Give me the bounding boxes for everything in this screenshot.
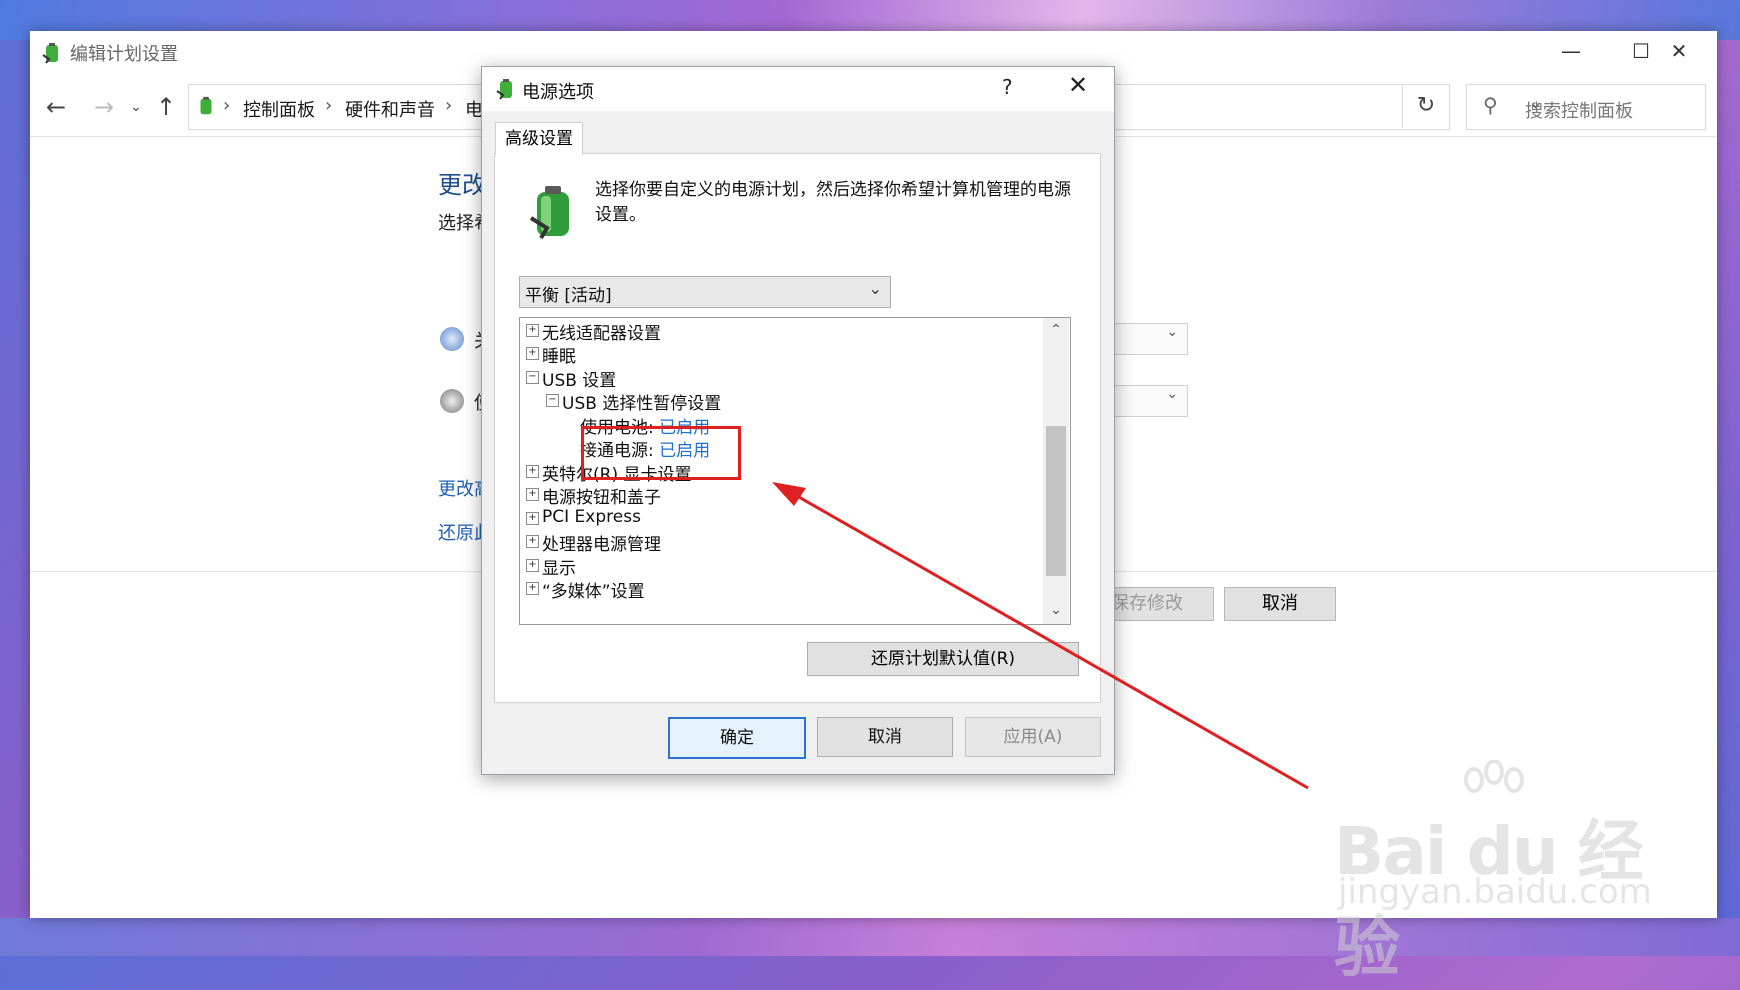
help-icon[interactable]: ?: [1002, 75, 1013, 99]
collapse-icon[interactable]: −: [546, 394, 559, 407]
expand-icon[interactable]: +: [526, 324, 539, 337]
baidu-watermark: Bai du 经验 jingyan.baidu.com: [1334, 760, 1664, 986]
tree-item-label: 电源按钮和盖子: [542, 488, 661, 508]
tree-item-label: “多媒体”设置: [542, 582, 645, 602]
scroll-thumb[interactable]: [1046, 426, 1066, 576]
apply-button[interactable]: 应用(A): [965, 717, 1101, 757]
breadcrumb-hardware-sound[interactable]: 硬件和声音: [345, 96, 435, 122]
minimize-icon[interactable]: —: [1536, 31, 1606, 71]
chevron-down-icon: ⌄: [868, 279, 882, 298]
breadcrumb-separator: ›: [223, 95, 231, 116]
breadcrumb-control-panel[interactable]: 控制面板: [243, 96, 315, 122]
search-placeholder: 搜索控制面板: [1525, 101, 1633, 122]
display-timeout-dropdown[interactable]: ⌄: [1112, 323, 1188, 355]
collapse-icon[interactable]: −: [526, 371, 539, 384]
intro-text: 选择你要自定义的电源计划，然后选择你希望计算机管理的电源设置。: [595, 180, 1071, 225]
scroll-down-icon[interactable]: ⌄: [1043, 598, 1069, 622]
back-arrow-icon[interactable]: ←: [42, 93, 70, 121]
power-battery-icon: [496, 79, 512, 100]
search-input[interactable]: ⚲ 搜索控制面板: [1466, 84, 1706, 130]
window-titlebar: 编辑计划设置 — ☐ ✕: [30, 31, 1717, 71]
cancel-button[interactable]: 取消: [1224, 587, 1336, 621]
window-title: 编辑计划设置: [70, 44, 178, 65]
close-icon[interactable]: ✕: [1644, 31, 1714, 71]
ok-button[interactable]: 确定: [668, 717, 806, 759]
power-plan-select[interactable]: 平衡 [活动] ⌄: [519, 276, 891, 308]
watermark-url: jingyan.baidu.com: [1338, 872, 1652, 912]
clock-icon: [440, 327, 464, 351]
close-icon[interactable]: ✕: [1068, 71, 1088, 99]
sleep-moon-icon: [440, 389, 464, 413]
power-options-dialog: 电源选项 ? ✕ 高级设置 选择你要自定义的电源计划，然后选择你希望计算机管理的…: [481, 66, 1115, 775]
recent-chevron-icon[interactable]: ⌄: [122, 93, 150, 121]
tree-item-label: 处理器电源管理: [542, 535, 661, 555]
breadcrumb-separator: ›: [445, 95, 453, 116]
expand-icon[interactable]: +: [526, 535, 539, 548]
expand-icon[interactable]: +: [526, 347, 539, 360]
expand-icon[interactable]: +: [526, 488, 539, 501]
page-heading: 更改: [438, 171, 486, 199]
power-plan-battery-icon: [529, 186, 569, 240]
expand-icon[interactable]: +: [526, 512, 539, 525]
scroll-up-icon[interactable]: ⌃: [1043, 318, 1069, 342]
search-icon: ⚲: [1483, 93, 1498, 117]
dialog-titlebar: 电源选项 ? ✕: [482, 67, 1114, 111]
breadcrumb-separator: ›: [325, 95, 333, 116]
tree-scrollbar[interactable]: ⌃ ⌄: [1043, 318, 1069, 624]
tree-item-label: USB 设置: [542, 371, 617, 391]
tree-item-label: USB 选择性暂停设置: [562, 394, 722, 414]
tab-advanced-settings[interactable]: 高级设置: [495, 122, 583, 155]
dialog-title: 电源选项: [522, 82, 594, 103]
power-plan-value: 平衡 [活动]: [525, 286, 612, 306]
refresh-icon[interactable]: ↻: [1402, 84, 1449, 128]
restore-plan-defaults-button[interactable]: 还原计划默认值(R): [807, 642, 1079, 676]
power-battery-icon: [42, 43, 58, 64]
tree-item-label: 睡眠: [542, 347, 576, 367]
control-panel-icon: [200, 96, 212, 115]
tree-item-label: 无线适配器设置: [542, 324, 661, 344]
expand-icon[interactable]: +: [526, 559, 539, 572]
forward-arrow-icon[interactable]: →: [90, 93, 118, 121]
cancel-button[interactable]: 取消: [817, 717, 953, 757]
annotation-highlight-box: [581, 426, 741, 480]
up-arrow-icon[interactable]: ↑: [152, 93, 180, 121]
sleep-timeout-dropdown[interactable]: ⌄: [1112, 385, 1188, 417]
expand-icon[interactable]: +: [526, 582, 539, 595]
tree-item-label: PCI Express: [542, 507, 641, 527]
tree-item-label: 显示: [542, 559, 576, 579]
expand-icon[interactable]: +: [526, 465, 539, 478]
